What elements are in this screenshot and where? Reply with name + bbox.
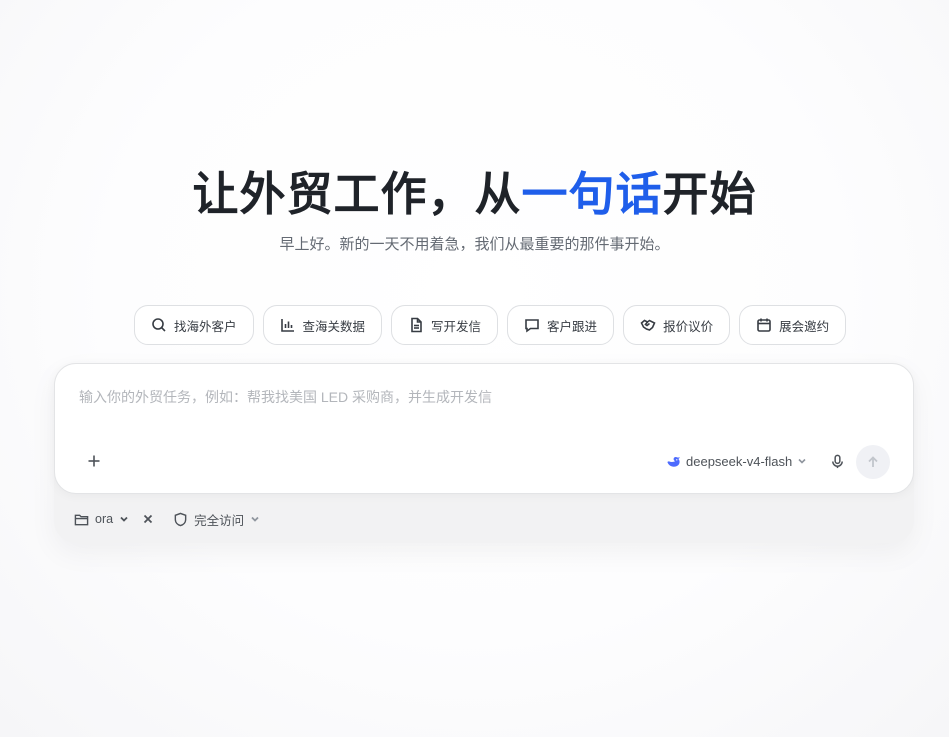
access-mode-select[interactable]: 完全访问 <box>173 510 260 529</box>
bar-chart-icon <box>280 319 294 332</box>
plus-icon <box>88 455 100 467</box>
arrow-up-icon <box>868 456 878 467</box>
chip-expo-invite[interactable]: 展会邀约 <box>739 305 847 345</box>
composer-footer: ora 完全访问 <box>74 509 260 529</box>
chat-bubble-icon <box>525 319 539 333</box>
deepseek-whale-icon <box>667 456 680 467</box>
voice-input-button[interactable] <box>826 450 848 472</box>
document-icon <box>411 317 422 333</box>
chip-label: 报价议价 <box>663 319 714 334</box>
chevron-down-icon <box>120 516 128 522</box>
microphone-icon <box>831 454 843 468</box>
add-attachment-button[interactable] <box>83 450 105 472</box>
send-button[interactable] <box>856 445 890 479</box>
model-name: deepseek-v4-flash <box>686 453 793 469</box>
close-icon <box>143 514 153 524</box>
folder-name: ora <box>95 512 114 526</box>
chip-label: 客户跟进 <box>547 319 598 334</box>
hero-title: 让外贸工作，从一句话开始 <box>0 166 949 222</box>
chip-quote-negotiate[interactable]: 报价议价 <box>623 305 731 345</box>
search-icon <box>152 318 166 332</box>
clear-folder-button[interactable] <box>141 512 155 526</box>
chip-label: 查海关数据 <box>302 319 366 334</box>
chevron-down-icon <box>251 516 259 522</box>
page: 让外贸工作，从一句话开始 早上好。新的一天不用着急，我们从最重要的那件事开始。 … <box>0 0 949 737</box>
shield-icon <box>174 512 187 526</box>
hero-title-prefix: 让外贸工作，从 <box>192 168 522 220</box>
prompt-input[interactable] <box>79 386 879 408</box>
model-select[interactable]: deepseek-v4-flash <box>666 450 807 472</box>
composer-container: deepseek-v4-flash ora 完全访问 <box>54 363 914 543</box>
hero-title-highlight: 一句话 <box>521 168 663 220</box>
chip-find-customers[interactable]: 找海外客户 <box>134 305 254 345</box>
chip-label: 写开发信 <box>431 319 482 334</box>
chevron-down-icon <box>798 458 806 464</box>
calendar-icon <box>757 318 771 332</box>
access-mode-label: 完全访问 <box>194 513 245 528</box>
composer: deepseek-v4-flash <box>54 363 914 494</box>
handshake-icon <box>640 319 656 331</box>
chip-label: 展会邀约 <box>779 319 830 334</box>
quick-action-chips: 找海外客户 查海关数据 写开发信 客户跟进 报价议价 展会邀约 <box>134 305 847 345</box>
chip-follow-up[interactable]: 客户跟进 <box>507 305 615 345</box>
hero-title-suffix: 开始 <box>662 168 757 220</box>
hero-subtitle: 早上好。新的一天不用着急，我们从最重要的那件事开始。 <box>279 236 670 253</box>
folder-icon <box>74 514 89 525</box>
folder-select[interactable]: ora <box>74 512 129 527</box>
chip-customs-data[interactable]: 查海关数据 <box>262 305 383 345</box>
chip-label: 找海外客户 <box>174 319 237 334</box>
chip-write-email[interactable]: 写开发信 <box>391 305 499 345</box>
